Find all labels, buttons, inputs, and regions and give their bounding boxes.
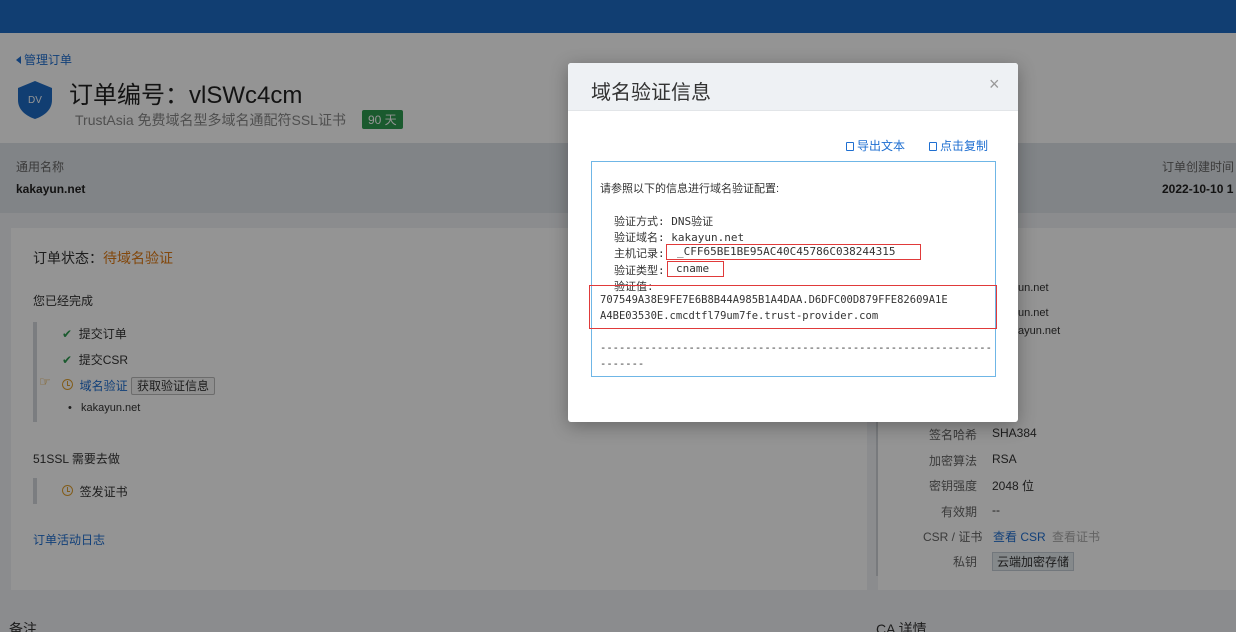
- verify-domain-line: 验证域名: kakayun.net: [614, 231, 745, 244]
- verify-value-highlight: [589, 285, 997, 329]
- copy-link[interactable]: 点击复制: [929, 137, 988, 154]
- modal-title: 域名验证信息: [591, 82, 711, 104]
- host-record-label: 主机记录:: [614, 247, 665, 260]
- verify-intro: 请参照以下的信息进行域名验证配置:: [600, 183, 780, 195]
- export-icon: [846, 142, 854, 151]
- divider-line-1: ----------------------------------------…: [600, 342, 992, 354]
- divider-line-2: -------: [600, 358, 645, 370]
- verify-value-line-1: 707549A38E9FE7E6B8B44A985B1A4DAA.D6DFC00…: [600, 294, 948, 306]
- verify-type-label: 验证类型:: [614, 264, 665, 277]
- export-text-label: 导出文本: [857, 139, 906, 153]
- close-icon[interactable]: ×: [989, 74, 1000, 95]
- verify-method-line: 验证方式: DNS验证: [614, 215, 714, 228]
- host-record-value: _CFF65BE1BE95AC40C45786C038244315: [666, 244, 921, 260]
- export-text-link[interactable]: 导出文本: [846, 137, 905, 154]
- copy-icon: [929, 142, 937, 151]
- verify-value-line-2: A4BE03530E.cmcdtfl79um7fe.trust-provider…: [600, 310, 879, 322]
- domain-verify-modal: 域名验证信息 × 导出文本 点击复制 请参照以下的信息进行域名验证配置: 验证方…: [568, 63, 1018, 422]
- copy-label: 点击复制: [940, 139, 989, 153]
- verify-type-value: cname: [667, 261, 724, 277]
